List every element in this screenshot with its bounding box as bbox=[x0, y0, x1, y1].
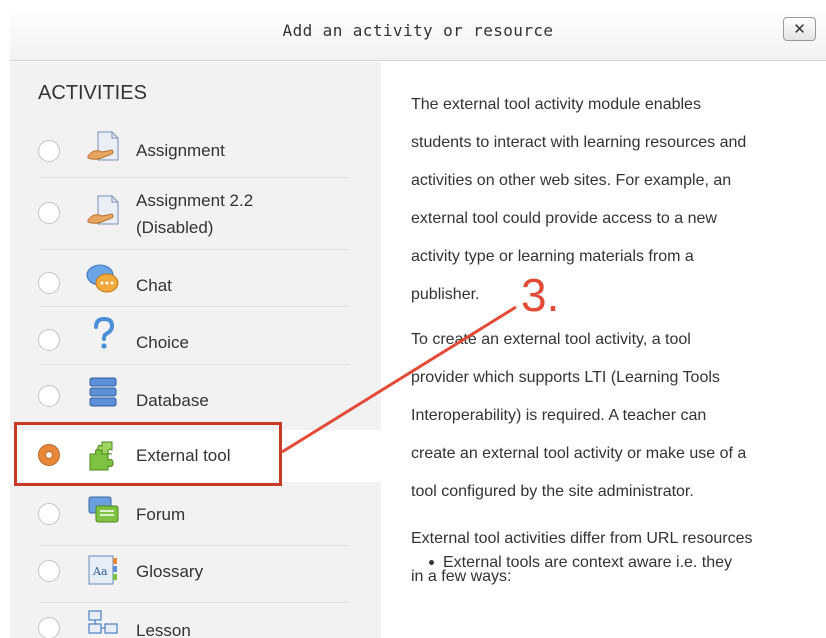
dialog-header: Add an activity or resource ✕ bbox=[10, 7, 826, 61]
option-label: Lesson bbox=[136, 621, 191, 638]
option-label: Forum bbox=[136, 505, 186, 524]
dialog-title: Add an activity or resource bbox=[282, 21, 554, 40]
lesson-icon bbox=[88, 610, 118, 634]
option-label: Glossary bbox=[136, 562, 204, 581]
description-bullet: External tools are context aware i.e. th… bbox=[443, 554, 733, 571]
option-label: Assignment 2.2 (Disabled) bbox=[136, 191, 254, 237]
option-choice[interactable]: Choice bbox=[10, 307, 381, 363]
option-chat[interactable]: Chat bbox=[10, 250, 381, 305]
option-label: Database bbox=[136, 391, 209, 410]
option-label: Assignment bbox=[136, 141, 225, 160]
radio-lesson[interactable] bbox=[38, 617, 60, 638]
chat-icon bbox=[86, 264, 119, 293]
assignment-icon bbox=[87, 131, 119, 161]
activity-options-panel[interactable]: ACTIVITIES Assignment Assignment 2.2 (Di… bbox=[10, 62, 381, 638]
option-glossary[interactable]: Aa Glossary bbox=[10, 546, 381, 602]
svg-text:Aa: Aa bbox=[92, 565, 108, 578]
radio-chat[interactable] bbox=[38, 272, 60, 294]
activity-chooser-dialog: Add an activity or resource ✕ ACTIVITIES… bbox=[0, 0, 826, 638]
option-forum[interactable]: Forum bbox=[10, 489, 381, 545]
glossary-icon: Aa bbox=[88, 555, 117, 585]
description-paragraph-2: To create an external tool activity, a t… bbox=[411, 331, 747, 500]
question-icon bbox=[94, 317, 115, 349]
option-lesson[interactable]: Lesson bbox=[10, 603, 381, 638]
annotation-step-number: 3. bbox=[521, 269, 560, 321]
radio-choice[interactable] bbox=[38, 329, 60, 351]
forum-icon bbox=[88, 496, 119, 523]
close-icon: ✕ bbox=[793, 20, 806, 38]
database-icon bbox=[89, 377, 117, 407]
option-assignment-2-2[interactable]: Assignment 2.2 (Disabled) bbox=[10, 178, 381, 248]
radio-assignment-2-2[interactable] bbox=[38, 202, 60, 224]
option-label: Choice bbox=[136, 333, 189, 352]
description-paragraph-1: The external tool activity module enable… bbox=[411, 96, 747, 303]
assignment-icon bbox=[87, 195, 119, 225]
option-assignment[interactable]: Assignment bbox=[10, 124, 381, 176]
close-button[interactable]: ✕ bbox=[783, 17, 816, 41]
radio-assignment[interactable] bbox=[38, 140, 60, 162]
bullet-dot bbox=[429, 560, 434, 565]
radio-forum[interactable] bbox=[38, 503, 60, 525]
annotation-highlight-box bbox=[14, 422, 282, 486]
option-label: Chat bbox=[136, 276, 172, 295]
radio-glossary[interactable] bbox=[38, 560, 60, 582]
activities-heading: ACTIVITIES bbox=[38, 82, 147, 104]
option-database[interactable]: Database bbox=[10, 365, 381, 421]
radio-database[interactable] bbox=[38, 385, 60, 407]
